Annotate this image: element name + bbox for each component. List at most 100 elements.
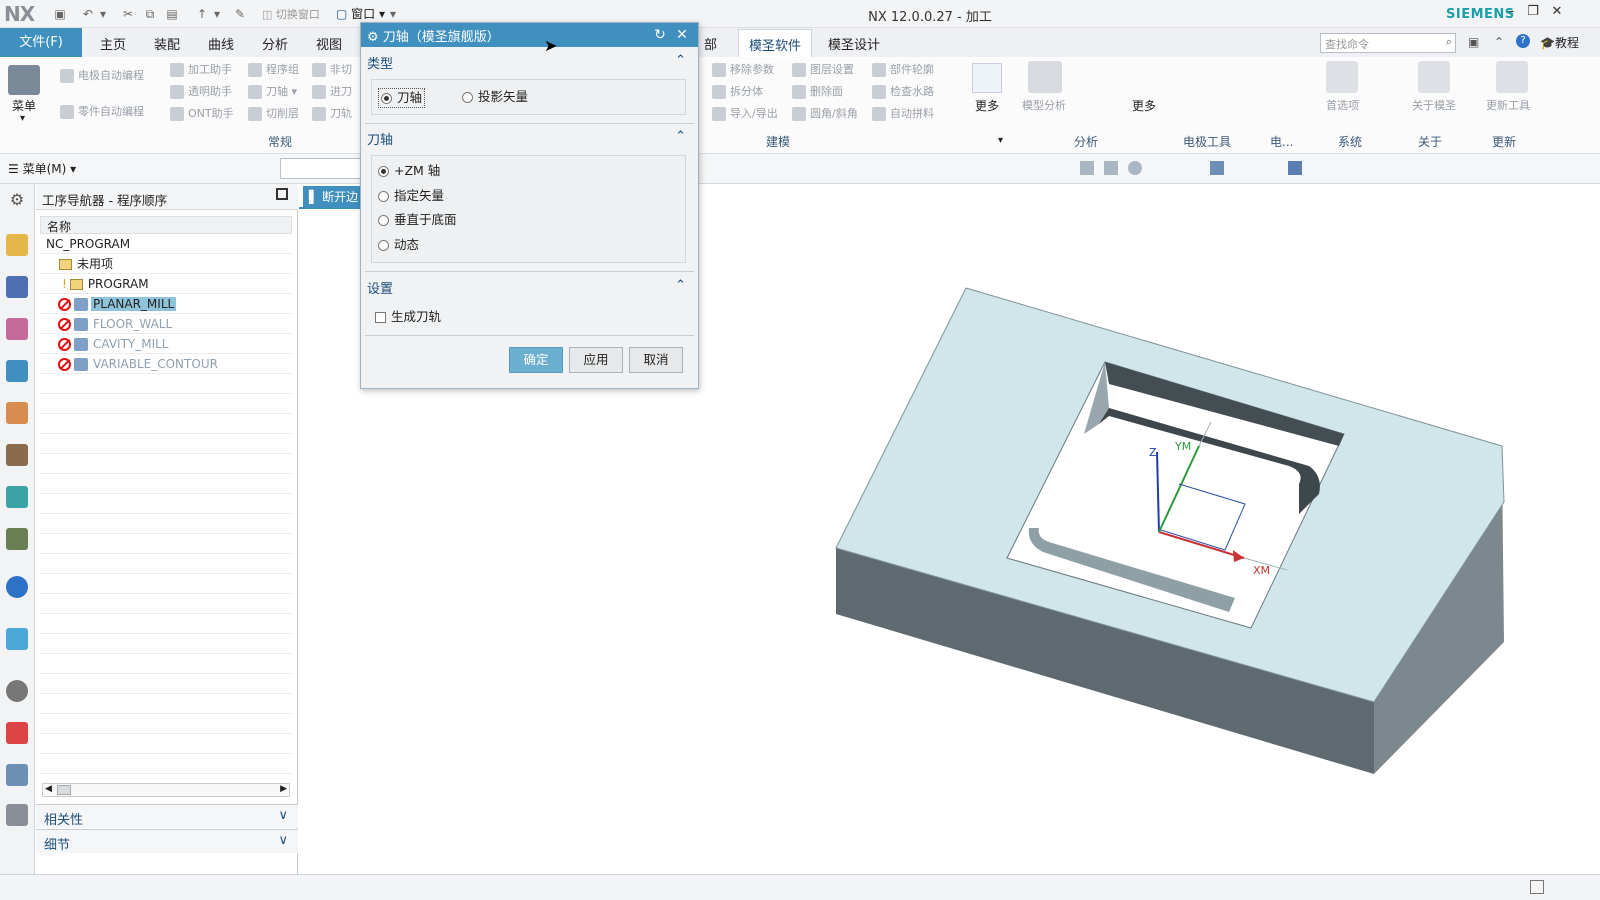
ribbon-non-cut[interactable]: 非切 [312, 61, 352, 77]
tab-view[interactable]: 视图 [316, 34, 342, 53]
minimize-icon[interactable]: – [1500, 4, 1522, 22]
more-button-1[interactable]: 更多 [975, 97, 999, 114]
restore-icon[interactable]: ❐ [1522, 4, 1544, 22]
palette-icon[interactable] [6, 722, 28, 744]
ribbon-import-export[interactable]: 导入/导出 [712, 105, 778, 121]
checkbox-generate-toolpath[interactable]: 生成刀轨 [375, 308, 441, 326]
fit-view-icon[interactable] [1080, 161, 1094, 175]
tab-partial[interactable]: 部 [704, 34, 717, 53]
layer-visible-icon[interactable] [1210, 161, 1224, 175]
tree-row-floor-wall[interactable]: FLOOR_WALL [40, 314, 292, 334]
ribbon-tool-axis[interactable]: 刀轴 ▾ [248, 83, 297, 99]
panel-details[interactable]: 细节 ∨ [36, 829, 298, 853]
menu-big-icon[interactable] [8, 65, 40, 95]
section-axis-header[interactable]: 刀轴 ⌃ [367, 129, 692, 148]
radio-type-projection-vector[interactable]: 投影矢量 [462, 88, 528, 106]
radio-axis-specify-vector[interactable]: 指定矢量 [378, 187, 444, 205]
collapse-ribbon-icon[interactable]: ⌃ [1494, 35, 1504, 49]
radio-axis-dynamic[interactable]: 动态 [378, 236, 419, 254]
tree-row-cavity-mill[interactable]: CAVITY_MILL [40, 334, 292, 354]
tab-mosheng-design[interactable]: 模圣设计 [828, 34, 880, 53]
ribbon-check-waterline[interactable]: 检查水路 [872, 83, 934, 99]
scroll-left-icon[interactable]: ◀ [45, 784, 52, 794]
tab-assembly[interactable]: 装配 [154, 34, 180, 53]
ribbon-toolpath[interactable]: 刀轨 [312, 105, 352, 121]
tutorial-button[interactable]: 🎓教程 [1540, 34, 1579, 51]
tab-file[interactable]: 文件(F) [0, 28, 82, 57]
machine-navigator-icon[interactable] [6, 444, 28, 466]
close-icon[interactable]: ✕ [1546, 4, 1568, 22]
tree-row-program[interactable]: ! PROGRAM [40, 274, 292, 294]
ribbon-split-body[interactable]: 拆分体 [712, 83, 763, 99]
ribbon-delete-face[interactable]: 删除面 [792, 83, 843, 99]
ribbon-ont-assist[interactable]: ONT助手 [170, 105, 234, 121]
full-screen-icon[interactable] [1530, 880, 1544, 894]
gear-icon[interactable]: ⚙ [6, 190, 28, 212]
reset-icon[interactable]: ↻ [651, 26, 669, 44]
panel-dependency[interactable]: 相关性 ∨ [36, 804, 298, 828]
chevron-down-icon[interactable]: ▾ [998, 135, 1003, 146]
reuse-library-icon[interactable] [6, 402, 28, 424]
ribbon-remove-params[interactable]: 移除参数 [712, 61, 774, 77]
robot-icon[interactable] [6, 804, 28, 826]
view-icon[interactable] [6, 528, 28, 550]
chevron-down-icon[interactable]: ▾ [20, 113, 25, 124]
ribbon-part-auto[interactable]: 零件自动编程 [60, 103, 144, 119]
radio-axis-zm[interactable]: +ZM 轴 [378, 162, 440, 180]
rotate-icon[interactable] [1128, 161, 1142, 175]
roles-icon[interactable] [6, 486, 28, 508]
big-menu-label[interactable]: 菜单 [12, 97, 36, 114]
ribbon-electrode-auto[interactable]: 电极自动编程 [60, 67, 144, 83]
ribbon-auto-stock[interactable]: 自动拼料 [872, 105, 934, 121]
selection-filter-input[interactable] [280, 158, 370, 179]
zoom-icon[interactable] [1104, 161, 1118, 175]
command-search-input[interactable]: 查找命令 ⌕ [1320, 33, 1456, 53]
tree-row-variable-contour[interactable]: VARIABLE_CONTOUR [40, 354, 292, 374]
update-tool-icon[interactable] [1496, 61, 1528, 93]
tab-home[interactable]: 主页 [100, 34, 126, 53]
tree-row-planar-mill[interactable]: PLANAR_MILL [40, 294, 292, 314]
ok-button[interactable]: 确定 [509, 347, 563, 373]
tab-mosheng-software[interactable]: 模圣软件 [738, 29, 813, 57]
preferences-label[interactable]: 首选项 [1326, 97, 1359, 113]
ribbon-program-group[interactable]: 程序组 [248, 61, 299, 77]
radio-axis-normal-to-floor[interactable]: 垂直于底面 [378, 211, 457, 229]
model-analysis-label[interactable]: 模型分析 [1022, 97, 1066, 113]
scroll-right-icon[interactable]: ▶ [280, 784, 287, 794]
about-label[interactable]: 关于模圣 [1412, 97, 1456, 113]
horizontal-scrollbar[interactable]: ◀ ▶ [42, 783, 290, 797]
model-analysis-icon[interactable] [1028, 61, 1062, 93]
operation-navigator-icon[interactable] [6, 360, 28, 382]
part-navigator-icon[interactable] [6, 318, 28, 340]
scroll-thumb[interactable] [57, 785, 71, 795]
tab-curve[interactable]: 曲线 [208, 34, 234, 53]
section-settings-header[interactable]: 设置 ⌃ [367, 278, 692, 297]
more-big-icon[interactable] [972, 63, 1002, 93]
ribbon-fillet-chamfer[interactable]: 圆角/斜角 [792, 105, 858, 121]
ribbon-cut-levels[interactable]: 切削层 [248, 105, 299, 121]
tab-analysis[interactable]: 分析 [262, 34, 288, 53]
close-icon[interactable]: ✕ [673, 26, 691, 44]
update-tool-label[interactable]: 更新工具 [1486, 97, 1530, 113]
history-icon[interactable] [6, 680, 28, 702]
menu-dropdown-button[interactable]: ☰ 菜单(M) ▾ [8, 160, 76, 177]
ribbon-machining-assist[interactable]: 加工助手 [170, 61, 232, 77]
simulation-icon[interactable] [6, 764, 28, 786]
maximize-icon[interactable] [276, 188, 288, 200]
assembly-navigator-icon[interactable] [6, 234, 28, 256]
about-icon[interactable] [1418, 61, 1450, 93]
cancel-button[interactable]: 取消 [629, 347, 683, 373]
window-style-icon[interactable]: ▣ [1468, 35, 1479, 49]
render-style-icon[interactable] [1288, 161, 1302, 175]
more-button-2[interactable]: 更多 [1132, 97, 1156, 114]
tree-row-unused[interactable]: 未用项 [40, 254, 292, 274]
info-icon[interactable] [6, 576, 28, 598]
tree-row-nc-program[interactable]: NC_PROGRAM [40, 234, 292, 254]
web-browser-icon[interactable] [6, 628, 28, 650]
ribbon-engage[interactable]: 进刀 [312, 83, 352, 99]
help-icon[interactable]: ? [1516, 34, 1530, 48]
dialog-title-bar[interactable]: ⚙ 刀轴（模圣旗舰版） [361, 23, 698, 47]
column-header-name[interactable]: 名称 [40, 216, 292, 234]
ribbon-transparent-assist[interactable]: 透明助手 [170, 83, 232, 99]
radio-type-tool-axis[interactable]: 刀轴 [378, 88, 426, 108]
